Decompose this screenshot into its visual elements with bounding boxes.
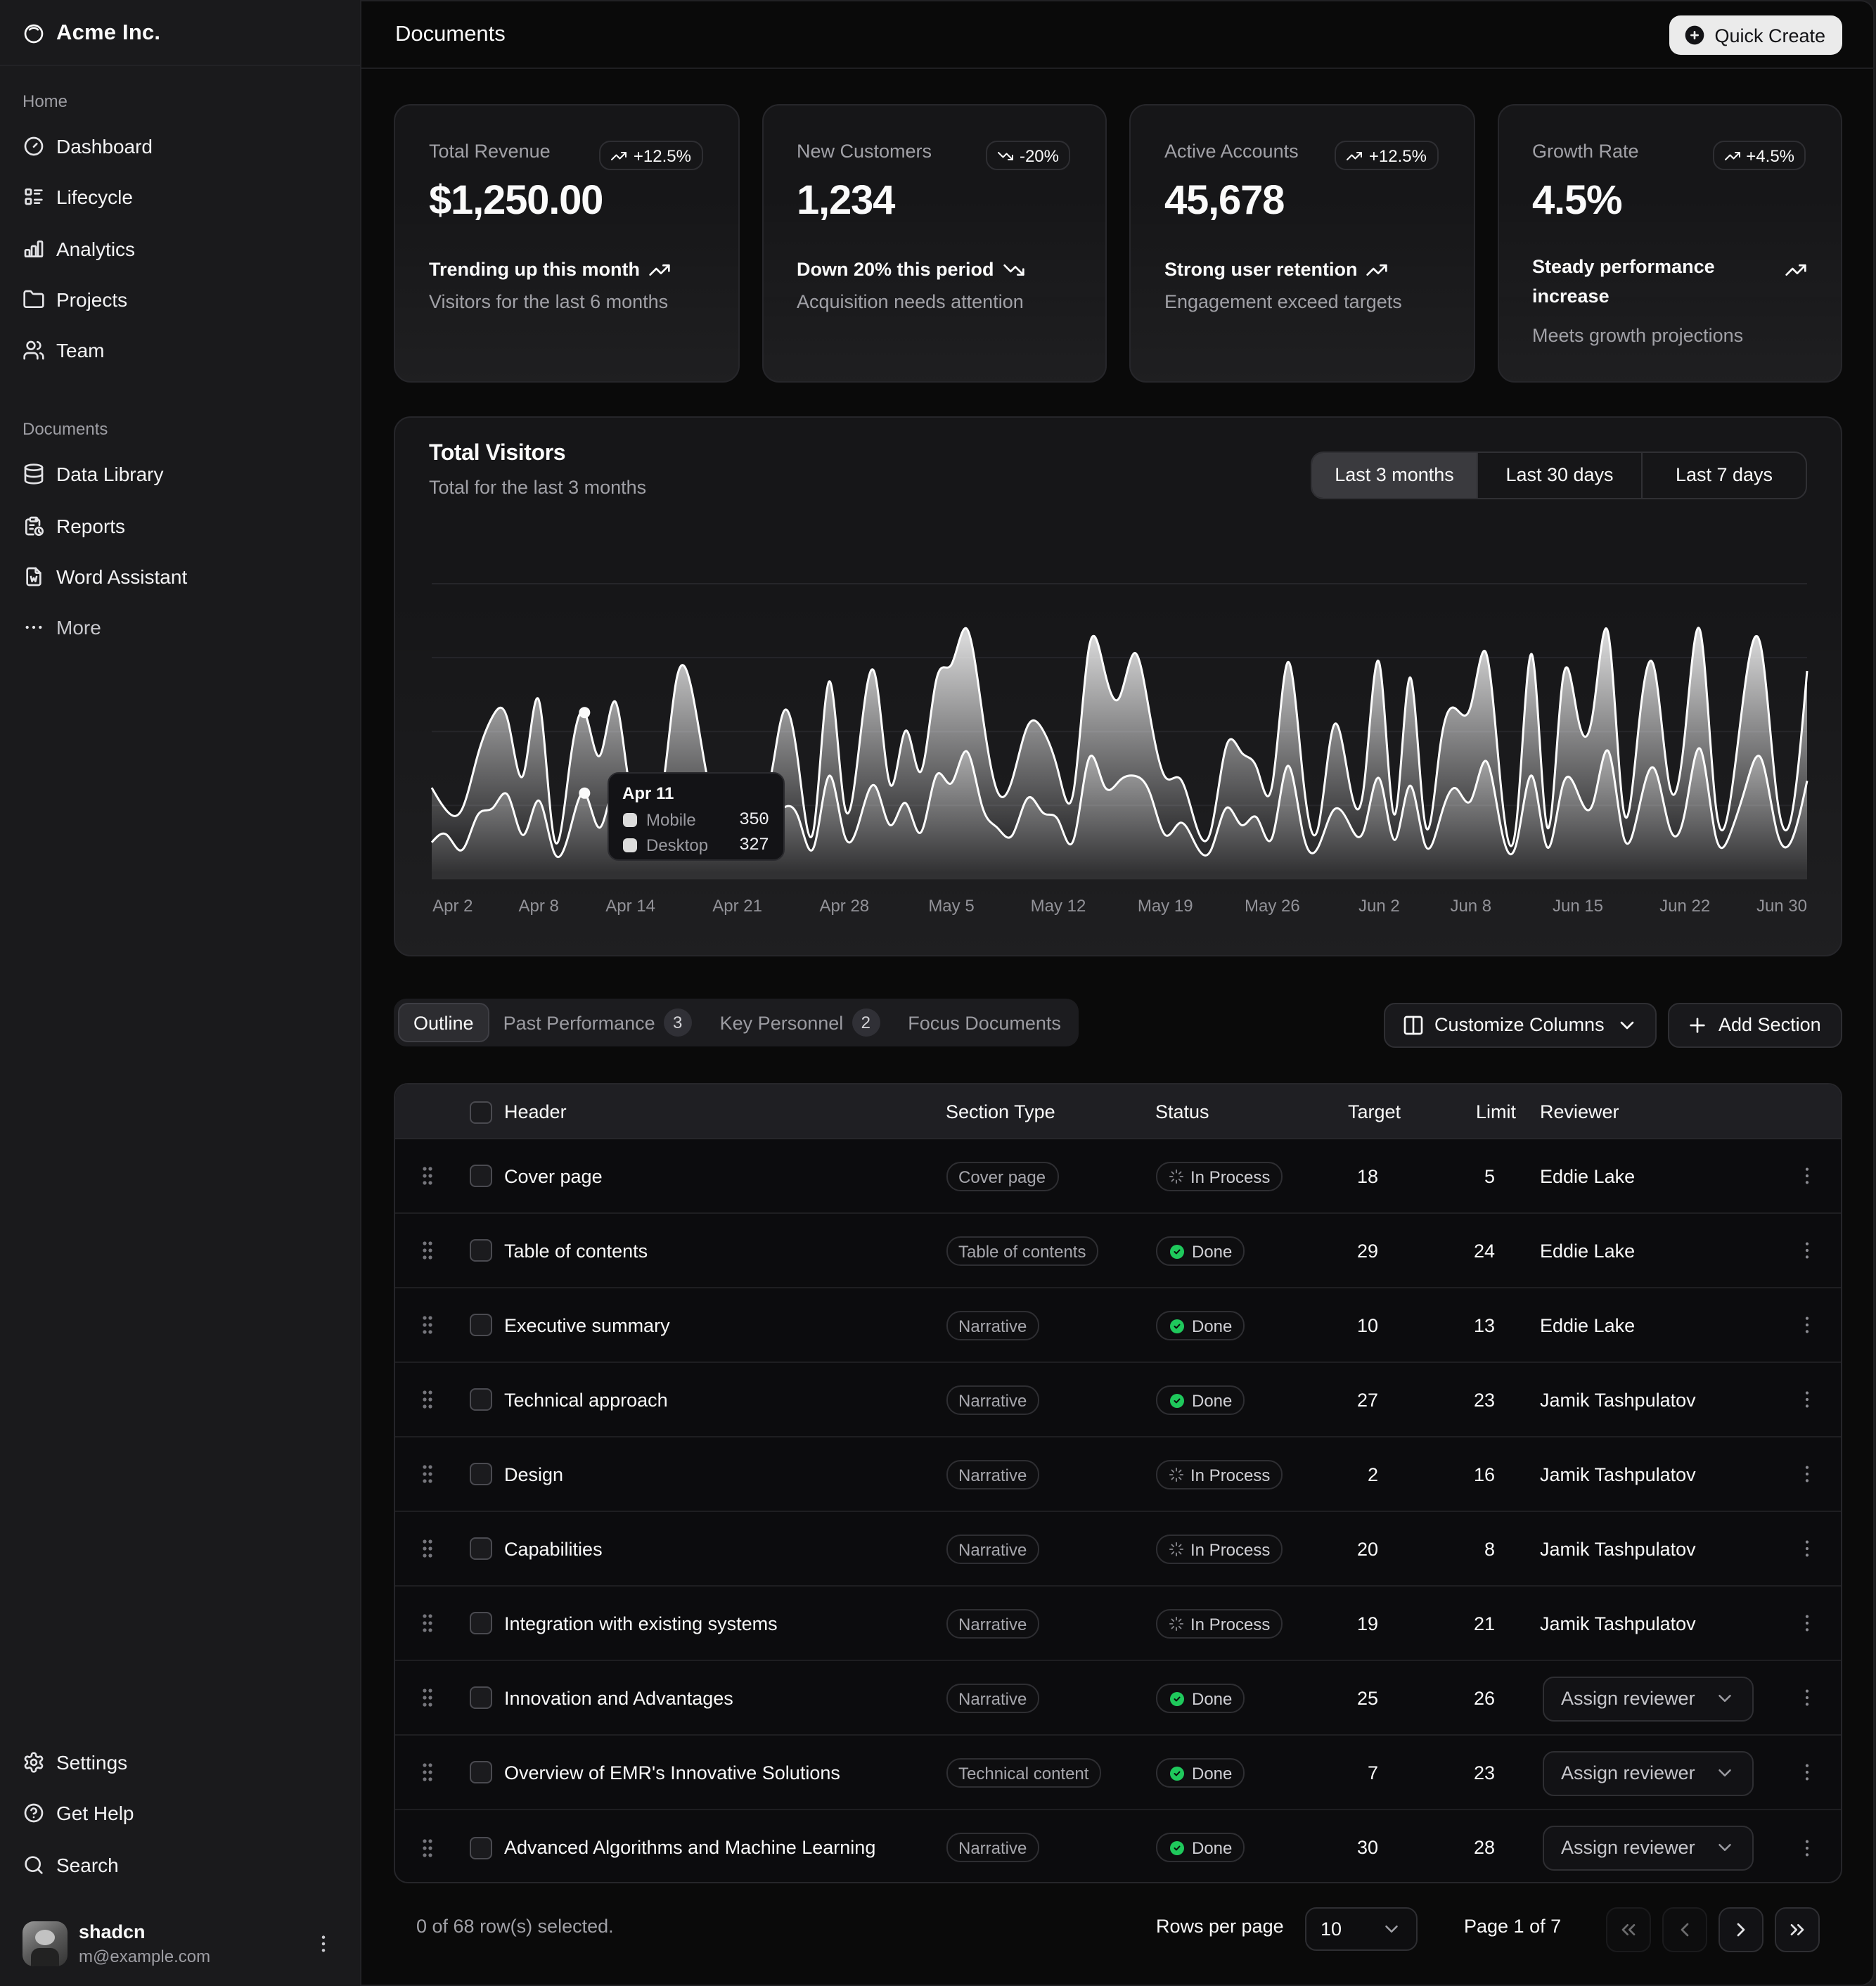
- svg-text:May 26: May 26: [1245, 897, 1300, 916]
- svg-text:Jun 8: Jun 8: [1450, 897, 1491, 916]
- svg-text:Apr 8: Apr 8: [519, 897, 559, 916]
- svg-text:Jun 30: Jun 30: [1756, 897, 1807, 916]
- svg-text:May 12: May 12: [1031, 897, 1086, 916]
- svg-text:May 5: May 5: [928, 897, 974, 916]
- svg-text:May 19: May 19: [1138, 897, 1193, 916]
- svg-text:Apr 21: Apr 21: [712, 897, 762, 916]
- svg-text:Apr 28: Apr 28: [819, 897, 869, 916]
- svg-text:Apr 2: Apr 2: [432, 897, 473, 916]
- svg-text:Jun 2: Jun 2: [1358, 897, 1400, 916]
- svg-text:Jun 22: Jun 22: [1659, 897, 1710, 916]
- svg-text:Jun 15: Jun 15: [1553, 897, 1603, 916]
- svg-text:Apr 14: Apr 14: [605, 897, 655, 916]
